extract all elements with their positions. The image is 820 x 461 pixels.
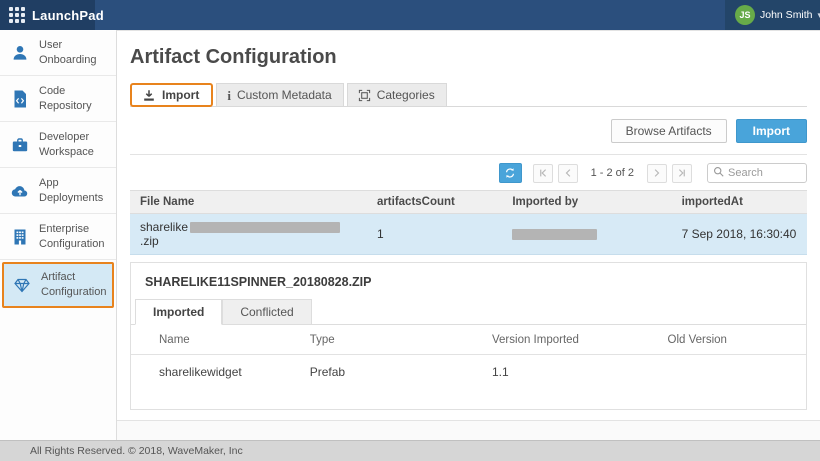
sidebar-item-label: Code Repository	[39, 84, 110, 114]
tab-label: Categories	[377, 88, 435, 102]
old-version-cell	[658, 355, 807, 386]
tab-label: Import	[162, 88, 199, 102]
column-header: Name	[131, 325, 300, 355]
sidebar-item-enterprise-configuration[interactable]: Enterprise Configuration	[0, 214, 116, 260]
tab-bar: Import i Custom Metadata Categories	[130, 83, 807, 107]
app-name: LaunchPad	[32, 8, 104, 23]
type-cell: Prefab	[300, 355, 482, 386]
tab-conflicted[interactable]: Conflicted	[222, 299, 311, 324]
sidebar: User Onboarding Code Repository Develope…	[0, 30, 117, 440]
user-menu[interactable]: JS John Smith ▾	[725, 0, 820, 30]
search-input[interactable]	[728, 167, 798, 179]
detail-heading: SHARELIKE11SPINNER_20180828.ZIP	[141, 275, 806, 299]
imported-at-cell: 7 Sep 2018, 16:30:40	[672, 214, 807, 255]
column-header: importedAt	[672, 191, 807, 214]
search-icon	[713, 164, 724, 182]
sidebar-item-artifact-configuration[interactable]: Artifact Configuration	[2, 262, 114, 308]
artifacts-table: File Name artifactsCount Imported by imp…	[130, 190, 807, 255]
column-header: Type	[300, 325, 482, 355]
table-header-row: File Name artifactsCount Imported by imp…	[130, 191, 807, 214]
version-imported-cell: 1.1	[482, 355, 658, 386]
main-content: Artifact Configuration Import i Custom M…	[117, 30, 820, 440]
user-icon	[10, 43, 30, 63]
avatar: JS	[735, 5, 755, 25]
artifacts-count-cell: 1	[367, 214, 502, 255]
code-file-icon	[10, 89, 30, 109]
sidebar-item-label: Developer Workspace	[39, 130, 110, 160]
page-range-label: 1 - 2 of 2	[591, 167, 634, 179]
footer: All Rights Reserved. © 2018, WaveMaker, …	[0, 440, 820, 461]
tab-import[interactable]: Import	[130, 83, 213, 107]
cloud-upload-icon	[10, 181, 30, 201]
sidebar-item-label: User Onboarding	[39, 38, 110, 68]
briefcase-icon	[10, 135, 30, 155]
search-box	[707, 163, 807, 183]
sidebar-item-developer-workspace[interactable]: Developer Workspace	[0, 122, 116, 168]
copyright-text: All Rights Reserved. © 2018, WaveMaker, …	[30, 445, 243, 457]
last-page-button[interactable]	[672, 164, 692, 183]
redacted-text	[190, 222, 340, 233]
user-name: John Smith	[760, 9, 813, 21]
detail-tab-bar: Imported Conflicted	[131, 299, 806, 325]
tab-categories[interactable]: Categories	[347, 83, 447, 106]
file-name-cell: sharelike.zip	[130, 214, 367, 255]
toolbar: Browse Artifacts Import	[130, 107, 807, 154]
column-header: File Name	[130, 191, 367, 214]
imported-artifacts-table: Name Type Version Imported Old Version s…	[131, 325, 806, 385]
pagination-bar: 1 - 2 of 2	[130, 155, 807, 190]
name-cell: sharelikewidget	[131, 355, 300, 386]
app-header: LaunchPad JS John Smith ▾	[0, 0, 820, 30]
column-header: artifactsCount	[367, 191, 502, 214]
download-icon	[142, 89, 156, 102]
column-header: Version Imported	[482, 325, 658, 355]
refresh-button[interactable]	[499, 163, 522, 183]
previous-page-button[interactable]	[558, 164, 578, 183]
building-icon	[10, 227, 30, 247]
app-logo: LaunchPad	[0, 0, 95, 30]
artboard-icon	[358, 89, 371, 102]
sidebar-item-user-onboarding[interactable]: User Onboarding	[0, 30, 116, 76]
table-row[interactable]: sharelike.zip 1 7 Sep 2018, 16:30:40	[130, 214, 807, 255]
import-button[interactable]: Import	[736, 119, 807, 143]
tab-custom-metadata[interactable]: i Custom Metadata	[216, 83, 343, 106]
page-title: Artifact Configuration	[130, 31, 807, 69]
sidebar-item-code-repository[interactable]: Code Repository	[0, 76, 116, 122]
column-header: Old Version	[658, 325, 807, 355]
artifact-detail-panel: SHARELIKE11SPINNER_20180828.ZIP Imported…	[130, 262, 807, 410]
sidebar-item-app-deployments[interactable]: App Deployments	[0, 168, 116, 214]
table-header-row: Name Type Version Imported Old Version	[131, 325, 806, 355]
sidebar-item-label: App Deployments	[39, 176, 110, 206]
redacted-text	[512, 229, 597, 240]
column-header: Imported by	[502, 191, 671, 214]
apps-grid-icon	[9, 7, 25, 23]
diamond-icon	[12, 275, 32, 295]
browse-artifacts-button[interactable]: Browse Artifacts	[611, 119, 727, 143]
tab-label: Custom Metadata	[237, 88, 332, 102]
first-page-button[interactable]	[533, 164, 553, 183]
content-panel: Artifact Configuration Import i Custom M…	[117, 30, 820, 421]
sidebar-item-label: Enterprise Configuration	[39, 222, 110, 252]
tab-imported[interactable]: Imported	[135, 299, 222, 325]
info-icon: i	[227, 89, 231, 102]
table-row: sharelikewidget Prefab 1.1	[131, 355, 806, 386]
imported-by-cell	[502, 214, 671, 255]
next-page-button[interactable]	[647, 164, 667, 183]
sidebar-item-label: Artifact Configuration	[41, 270, 106, 300]
